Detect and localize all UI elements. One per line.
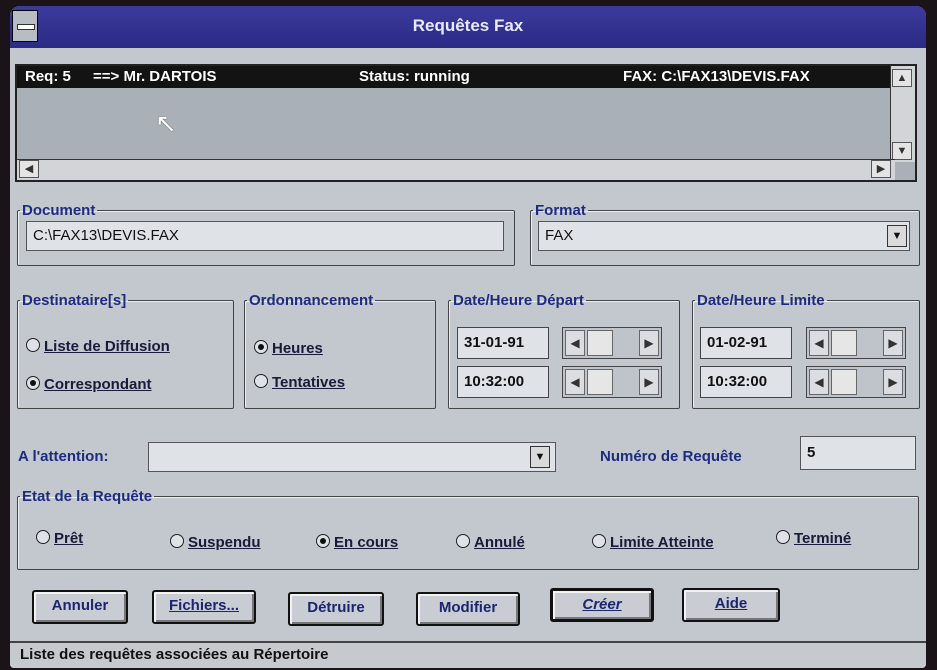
radio-button-icon: [592, 534, 606, 548]
arrow-left-icon[interactable]: ◀: [809, 330, 829, 356]
request-status: Status: running: [359, 68, 470, 85]
radio-annule[interactable]: Annulé: [456, 534, 525, 551]
radio-label: Terminé: [794, 530, 852, 547]
depart-legend: Date/Heure Départ: [453, 292, 584, 309]
arrow-up-icon[interactable]: ▲: [892, 69, 912, 87]
attention-label: A l'attention:: [18, 448, 109, 465]
radio-button-selected-icon: [316, 534, 330, 548]
ordonnancement-legend: Ordonnancement: [249, 292, 374, 309]
radio-termine[interactable]: Terminé: [776, 530, 851, 547]
limite-date-spinner[interactable]: ◀ ▶: [806, 327, 906, 359]
attention-select[interactable]: [148, 442, 556, 472]
format-dropdown-arrow-icon[interactable]: ▼: [887, 225, 907, 247]
numero-input[interactable]: 5: [800, 436, 916, 470]
request-fax-file: FAX: C:\FAX13\DEVIS.FAX: [623, 68, 810, 85]
arrow-left-icon[interactable]: ◀: [809, 369, 829, 395]
radio-correspondant[interactable]: Correspondant: [26, 376, 152, 393]
spinner-thumb[interactable]: [587, 330, 613, 356]
radio-liste-diffusion[interactable]: Liste de Diffusion: [26, 338, 170, 355]
radio-label: En cours: [334, 534, 399, 551]
depart-time-field[interactable]: 10:32:00: [457, 366, 549, 398]
radio-en-cours[interactable]: En cours: [316, 534, 398, 551]
arrow-down-icon[interactable]: ▼: [892, 142, 912, 160]
arrow-right-icon[interactable]: ▶: [871, 160, 891, 178]
radio-label: Tentatives: [272, 374, 346, 391]
arrow-right-icon[interactable]: ▶: [639, 369, 659, 395]
limite-time-field[interactable]: 10:32:00: [700, 366, 792, 398]
radio-pret[interactable]: Prêt: [36, 530, 83, 547]
radio-button-icon: [254, 374, 268, 388]
limite-time-spinner[interactable]: ◀ ▶: [806, 366, 906, 398]
vertical-scrollbar[interactable]: ▲ ▼: [890, 66, 915, 162]
spinner-thumb[interactable]: [831, 369, 857, 395]
application-window: Requêtes Fax Req: 5 ==> Mr. DARTOIS Stat…: [10, 6, 926, 668]
spinner-thumb[interactable]: [587, 369, 613, 395]
radio-button-icon: [26, 338, 40, 352]
arrow-right-icon[interactable]: ▶: [639, 330, 659, 356]
detruire-button[interactable]: Détruire: [288, 592, 384, 626]
radio-button-selected-icon: [254, 340, 268, 354]
window-title: Requêtes Fax: [412, 16, 524, 35]
limite-legend: Date/Heure Limite: [697, 292, 825, 309]
fichiers-button[interactable]: Fichiers...: [152, 590, 256, 624]
request-recipient: ==> Mr. DARTOIS: [93, 68, 217, 85]
etat-group: Etat de la Requête: [17, 488, 919, 570]
arrow-left-icon[interactable]: ◀: [19, 160, 39, 178]
radio-limite-atteinte[interactable]: Limite Atteinte: [592, 534, 714, 551]
etat-legend: Etat de la Requête: [22, 488, 153, 505]
annuler-button[interactable]: Annuler: [32, 590, 128, 624]
modifier-button[interactable]: Modifier: [416, 592, 520, 626]
radio-label: Suspendu: [188, 534, 261, 551]
radio-heures[interactable]: Heures: [254, 340, 323, 357]
radio-label: Liste de Diffusion: [44, 338, 170, 355]
destinataires-legend: Destinataire[s]: [22, 292, 127, 309]
radio-button-selected-icon: [26, 376, 40, 390]
format-select[interactable]: FAX: [538, 221, 910, 251]
limite-date-field[interactable]: 01-02-91: [700, 327, 792, 359]
creer-button[interactable]: Créer: [550, 588, 654, 622]
radio-button-icon: [776, 530, 790, 544]
list-item-selected[interactable]: Req: 5 ==> Mr. DARTOIS Status: running F…: [17, 66, 891, 88]
radio-label: Correspondant: [44, 376, 152, 393]
arrow-right-icon[interactable]: ▶: [883, 369, 903, 395]
title-bar: Requêtes Fax: [10, 6, 926, 48]
arrow-left-icon[interactable]: ◀: [565, 369, 585, 395]
depart-time-spinner[interactable]: ◀ ▶: [562, 366, 662, 398]
document-path-input[interactable]: C:\FAX13\DEVIS.FAX: [26, 221, 504, 251]
format-legend: Format: [535, 202, 586, 219]
depart-date-field[interactable]: 31-01-91: [457, 327, 549, 359]
radio-button-icon: [456, 534, 470, 548]
horizontal-scrollbar[interactable]: ◀ ▶: [17, 159, 895, 180]
radio-label: Prêt: [54, 530, 84, 547]
arrow-left-icon[interactable]: ◀: [565, 330, 585, 356]
request-id: Req: 5: [25, 68, 71, 85]
numero-label: Numéro de Requête: [600, 448, 742, 465]
status-bar: Liste des requêtes associées au Répertoi…: [10, 641, 926, 668]
arrow-right-icon[interactable]: ▶: [883, 330, 903, 356]
spinner-thumb[interactable]: [831, 330, 857, 356]
document-legend: Document: [22, 202, 96, 219]
radio-button-icon: [36, 530, 50, 544]
radio-button-icon: [170, 534, 184, 548]
mouse-pointer-icon: ↖: [155, 108, 177, 138]
attention-dropdown-arrow-icon[interactable]: ▼: [530, 446, 550, 468]
depart-date-spinner[interactable]: ◀ ▶: [562, 327, 662, 359]
radio-label: Heures: [272, 340, 323, 357]
request-queue-list[interactable]: Req: 5 ==> Mr. DARTOIS Status: running F…: [15, 64, 917, 182]
radio-tentatives[interactable]: Tentatives: [254, 374, 345, 391]
radio-suspendu[interactable]: Suspendu: [170, 534, 261, 551]
radio-label: Limite Atteinte: [610, 534, 714, 551]
aide-button[interactable]: Aide: [682, 588, 780, 622]
radio-label: Annulé: [474, 534, 525, 551]
